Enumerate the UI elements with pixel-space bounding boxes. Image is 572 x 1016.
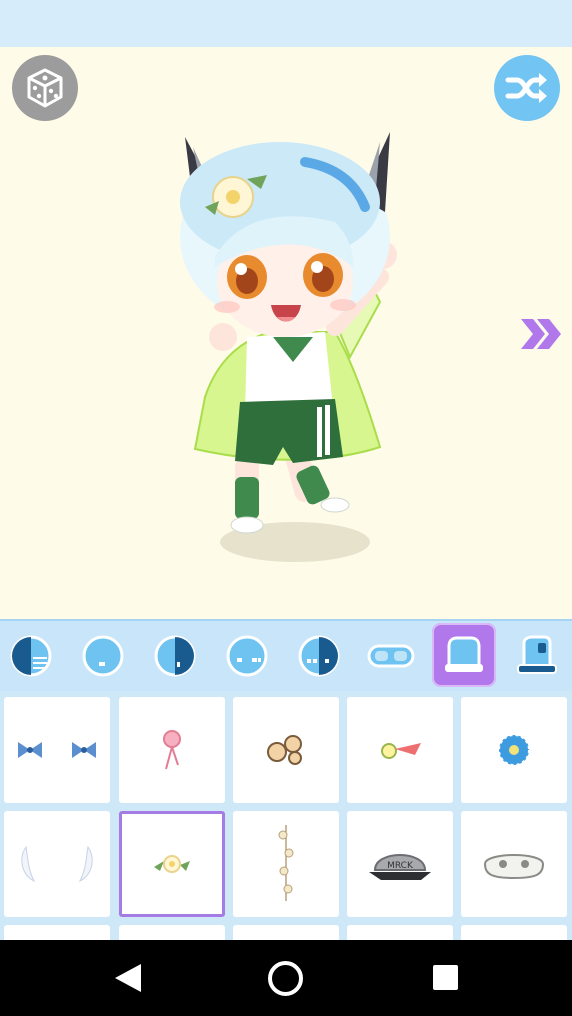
- baseball-cap-icon: MRCK: [369, 854, 431, 880]
- item-blue-flower[interactable]: [461, 697, 567, 803]
- white-flower-crown-icon: [154, 855, 190, 873]
- shuffle-icon: [505, 73, 547, 103]
- hat-accessory-icon: [445, 636, 483, 672]
- status-bar: [0, 0, 572, 47]
- item-partial-1[interactable]: [4, 925, 110, 940]
- tab-eyes-style-4[interactable]: [218, 627, 276, 685]
- eyes-style-5-icon: [298, 635, 340, 677]
- home-circle-icon[interactable]: [268, 961, 303, 996]
- tab-eyes-style-5[interactable]: [290, 627, 348, 685]
- eyes-style-2-icon: [82, 635, 124, 677]
- tab-hat[interactable]: [508, 627, 566, 685]
- tab-eyes-style-3[interactable]: [146, 627, 204, 685]
- eyes-style-1-icon: [10, 635, 52, 677]
- item-angel-wings[interactable]: [4, 811, 110, 917]
- item-skull-mask[interactable]: [461, 811, 567, 917]
- back-triangle-icon[interactable]: [113, 962, 143, 994]
- glasses-icon: [367, 644, 415, 668]
- cap-text: MRCK: [387, 861, 414, 871]
- next-page-button[interactable]: [519, 317, 563, 351]
- tab-hat-accessory[interactable]: [432, 623, 496, 687]
- item-partial-3[interactable]: [233, 925, 339, 940]
- dangling-earring-icon: [278, 825, 294, 901]
- double-chevron-right-icon: [521, 319, 561, 349]
- flower-clip-icon: [267, 735, 302, 765]
- item-white-flower-crown[interactable]: [119, 811, 225, 917]
- character-avatar: [180, 132, 397, 562]
- eyes-style-4-icon: [226, 635, 268, 677]
- dice-icon: [27, 68, 63, 108]
- item-partial-2[interactable]: [119, 925, 225, 940]
- item-partial-5[interactable]: [461, 925, 567, 940]
- random-dice-button[interactable]: [12, 55, 78, 121]
- item-fish-hairpin[interactable]: [347, 697, 453, 803]
- skull-mask-icon: [483, 854, 545, 880]
- item-flower-clip[interactable]: [233, 697, 339, 803]
- item-blue-bows[interactable]: [4, 697, 110, 803]
- blue-flower-icon: [498, 734, 530, 766]
- blue-bows-icon: [18, 742, 96, 758]
- android-nav-bar: [0, 940, 572, 1016]
- item-pink-lollipop-clip[interactable]: [119, 697, 225, 803]
- tab-eyes-style-1[interactable]: [2, 627, 60, 685]
- category-tab-bar: [0, 619, 572, 691]
- eyes-style-3-icon: [154, 635, 196, 677]
- hat-icon: [517, 635, 557, 674]
- item-dangling-earring[interactable]: [233, 811, 339, 917]
- tab-eyes-style-2[interactable]: [74, 627, 132, 685]
- fish-hairpin-icon: [381, 743, 421, 759]
- item-partial-4[interactable]: [347, 925, 453, 940]
- character-stage: [0, 47, 572, 619]
- shuffle-button[interactable]: [494, 55, 560, 121]
- pink-lollipop-clip-icon: [163, 730, 181, 770]
- tab-glasses[interactable]: [362, 627, 420, 685]
- item-baseball-cap[interactable]: MRCK: [347, 811, 453, 917]
- angel-wings-icon: [21, 845, 93, 883]
- item-grid: MRCK: [0, 691, 572, 940]
- recents-square-icon[interactable]: [433, 965, 458, 990]
